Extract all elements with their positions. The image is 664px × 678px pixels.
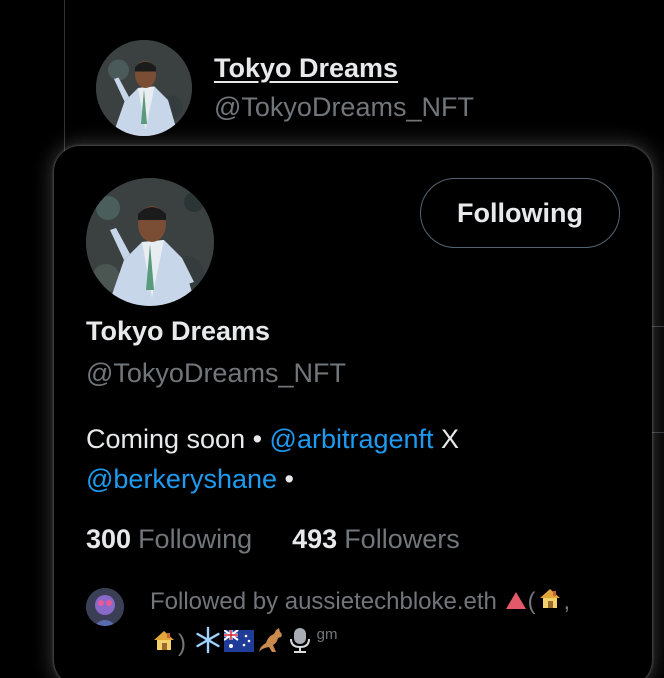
gm-text: gm [316, 626, 338, 644]
author-name-link[interactable]: Tokyo Dreams [214, 53, 474, 84]
follower-avatar [86, 588, 124, 626]
tweet-author-row: Tokyo Dreams @TokyoDreams_NFT [96, 40, 474, 136]
following-label: Following [138, 524, 253, 554]
bio-text: Coming soon • [86, 424, 270, 454]
snowflake-icon [194, 626, 222, 663]
profile-name[interactable]: Tokyo Dreams [86, 316, 270, 347]
paren-text: ) [178, 630, 186, 658]
australia-flag-icon [223, 628, 254, 661]
followed-by-text: Followed by aussietechbloke.eth [150, 588, 497, 615]
following-count: 300 [86, 524, 132, 554]
avatar-illustration [86, 178, 214, 306]
profile-bio: Coming soon • @arbitragenft X @berkerysh… [86, 419, 626, 499]
background-divider [652, 326, 664, 327]
author-handle: @TokyoDreams_NFT [214, 92, 474, 122]
bio-text: X [433, 424, 460, 454]
house-icon [151, 628, 177, 661]
background-divider [652, 432, 664, 433]
microphone-icon [288, 626, 312, 663]
follower-avatar-image [86, 588, 124, 626]
following-button[interactable]: Following [420, 178, 620, 248]
page: Tokyo Dreams @TokyoDreams_NFT Following … [0, 0, 664, 678]
mention-link-arbitragenft[interactable]: @arbitragenft [270, 424, 434, 454]
comma-text: , [563, 588, 571, 615]
followers-count: 493 [292, 524, 338, 554]
profile-avatar[interactable] [86, 178, 214, 306]
profile-hover-card: Following Tokyo Dreams @TokyoDreams_NFT … [54, 146, 652, 678]
profile-handle[interactable]: @TokyoDreams_NFT [86, 358, 346, 389]
following-count-link[interactable]: 300 Following [86, 524, 252, 555]
bio-text: • [277, 464, 294, 494]
kangaroo-icon [256, 626, 286, 663]
followers-label: Followers [344, 524, 460, 554]
house-icon [537, 586, 563, 619]
paren-text: ( [527, 588, 536, 615]
profile-stats: 300 Following 493 Followers [86, 524, 460, 555]
followers-count-link[interactable]: 493 Followers [292, 524, 460, 555]
avatar-illustration [96, 40, 192, 136]
followed-by-row[interactable]: Followed by aussietechbloke.eth (, ) gm [86, 586, 631, 663]
mention-link-berkeryshane[interactable]: @berkeryshane [86, 464, 277, 494]
author-avatar[interactable] [96, 40, 192, 136]
red-triangle-icon [505, 592, 526, 609]
